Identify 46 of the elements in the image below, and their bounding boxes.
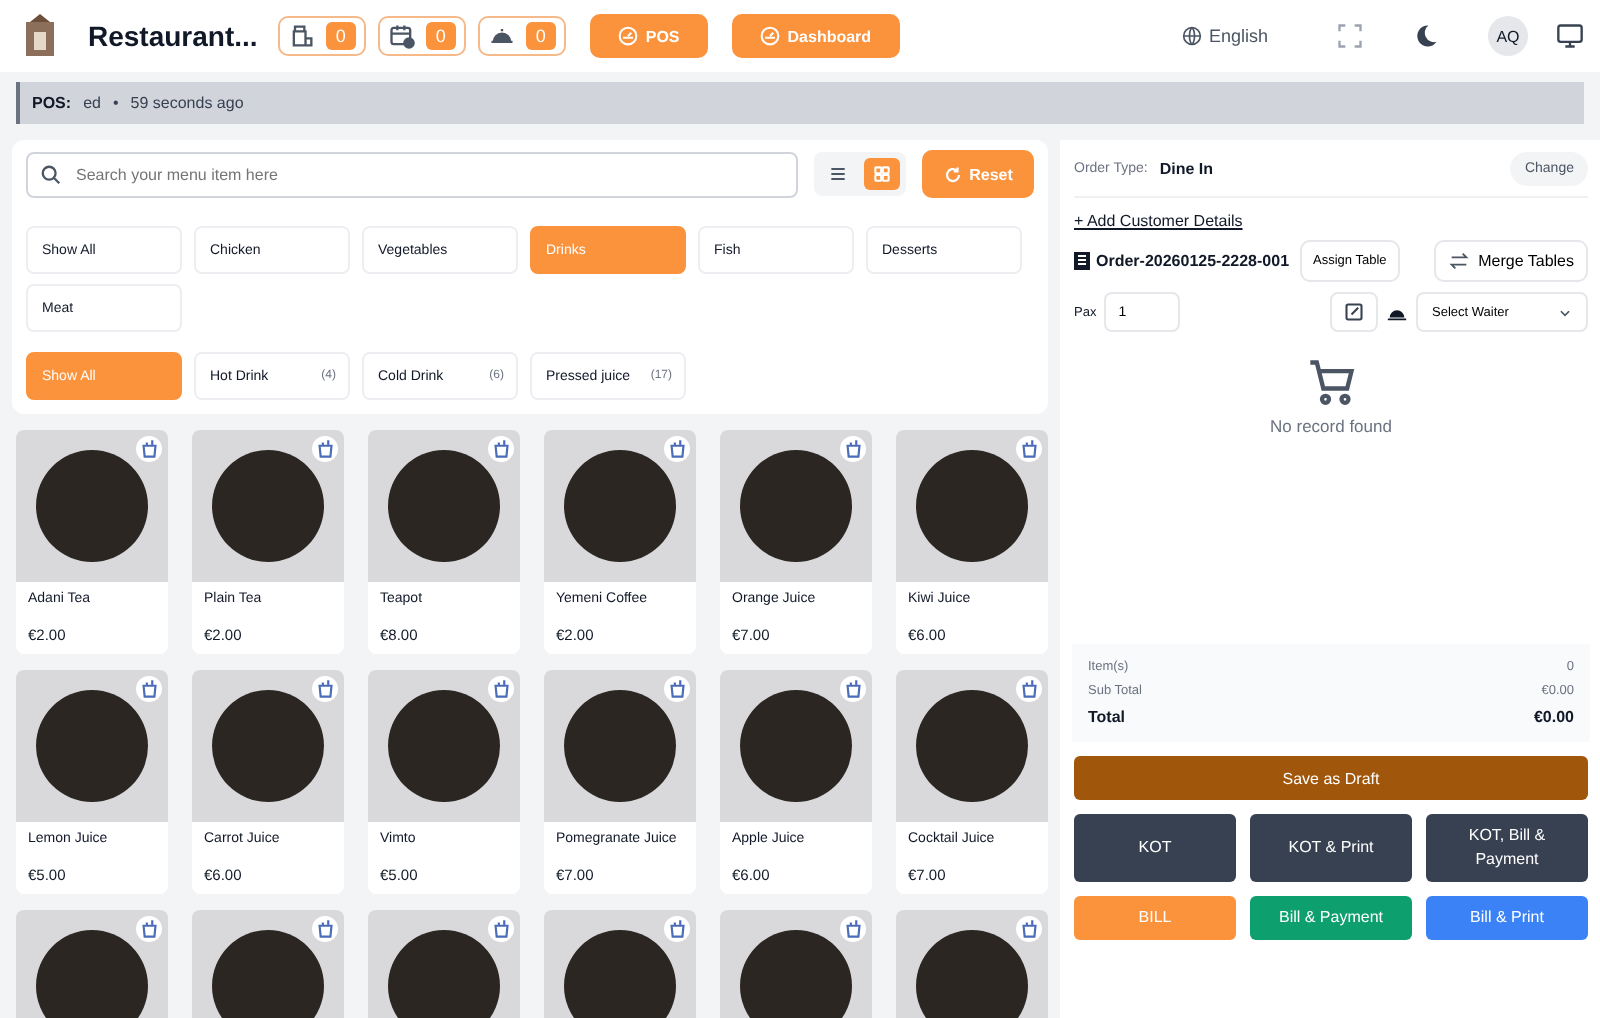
cart-icon xyxy=(1305,356,1357,408)
summary-value: €0.00 xyxy=(1533,708,1574,726)
add-customer-link[interactable]: + Add Customer Details xyxy=(1074,212,1243,230)
restaurant-name: Restaurant... xyxy=(88,20,258,52)
gauge-icon xyxy=(759,26,780,46)
pos-label: POS: xyxy=(32,94,72,112)
language-selector[interactable]: English xyxy=(1170,24,1280,48)
pos-user: ed xyxy=(83,94,101,112)
edit-button[interactable] xyxy=(1330,292,1378,332)
calendar-icon xyxy=(387,22,416,50)
summary-label: Total xyxy=(1088,708,1126,726)
order-number: Order-20260125-2228-001 xyxy=(1096,252,1290,270)
refresh-icon xyxy=(943,165,962,183)
action-button[interactable]: KOT & Print xyxy=(1250,814,1412,882)
merge-tables-button[interactable]: Merge Tables xyxy=(1434,240,1588,282)
menu-item-card[interactable] xyxy=(368,910,520,1018)
action-button[interactable]: KOT xyxy=(1074,814,1236,882)
pos-time: 59 seconds ago xyxy=(130,94,244,112)
menu-item-card[interactable] xyxy=(896,910,1048,1018)
count-badge: 0 xyxy=(325,22,356,50)
separator-dot: • xyxy=(112,94,119,112)
count-badge: 0 xyxy=(525,22,556,50)
action-button[interactable]: KOT, Bill & Payment xyxy=(1426,814,1588,882)
search-field[interactable]: Search your menu item here xyxy=(26,151,798,197)
monitor-icon[interactable] xyxy=(1556,22,1584,50)
order-type-value: Dine In xyxy=(1159,160,1214,178)
chevron-down-icon xyxy=(1558,305,1572,319)
receipt-icon xyxy=(1074,252,1090,270)
menu-item-card[interactable] xyxy=(720,910,872,1018)
restaurant-logo-icon xyxy=(24,14,56,58)
globe-icon xyxy=(1182,26,1203,46)
moon-icon[interactable] xyxy=(1412,22,1440,50)
edit-icon xyxy=(1344,302,1364,322)
save-draft-button[interactable]: Save as Draft xyxy=(1074,756,1588,800)
swap-icon xyxy=(1448,250,1471,272)
action-button[interactable]: Bill & Print xyxy=(1426,896,1588,940)
menu-item-card[interactable] xyxy=(16,910,168,1018)
empty-message: No record found xyxy=(1270,416,1392,436)
gauge-icon xyxy=(617,26,638,46)
menu-item-card[interactable] xyxy=(192,910,344,1018)
count-badge: 0 xyxy=(425,22,456,50)
grid-icon xyxy=(872,164,892,184)
user-avatar[interactable]: AQ xyxy=(1488,16,1528,56)
search-icon xyxy=(40,163,62,185)
menu-item-card[interactable] xyxy=(544,910,696,1018)
list-icon xyxy=(828,164,848,184)
